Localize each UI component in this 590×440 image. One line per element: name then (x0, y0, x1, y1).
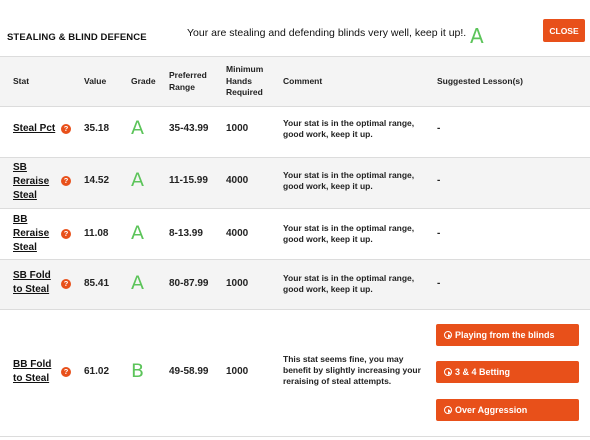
help-icon[interactable]: ? (61, 229, 71, 239)
table-row: Steal Pct ? 35.18 A 35-43.99 1000 Your s… (0, 107, 590, 158)
table-row: SB Fold to Steal ? 85.41 A 80-87.99 1000… (0, 260, 590, 310)
stat-comment: Your stat is in the optimal range, good … (283, 273, 415, 294)
lesson-button-playing-from-blinds[interactable]: Playing from the blinds (436, 324, 579, 346)
stat-value: 14.52 (84, 175, 110, 186)
column-header-preferred-range: Preferred Range (169, 70, 207, 92)
preferred-range: 11-15.99 (169, 175, 208, 186)
min-hands: 1000 (226, 278, 249, 289)
stat-name-link[interactable]: BB Fold to Steal (13, 358, 55, 386)
table-row: BB Fold to Steal ? 61.02 B 49-58.99 1000… (0, 310, 590, 437)
help-icon[interactable]: ? (61, 367, 71, 377)
no-lesson: - (437, 123, 441, 134)
play-circle-icon (444, 368, 452, 376)
preferred-range: 49-58.99 (169, 366, 209, 377)
stat-comment: Your stat is in the optimal range, good … (283, 170, 415, 191)
stat-grade: A (131, 169, 144, 191)
stat-name-link[interactable]: SB Fold to Steal (13, 269, 55, 297)
help-icon[interactable]: ? (61, 176, 71, 186)
stat-grade: A (131, 117, 144, 139)
no-lesson: - (437, 175, 441, 186)
stat-name-link[interactable]: SB Reraise Steal (13, 161, 55, 203)
help-icon[interactable]: ? (61, 124, 71, 134)
table-row: SB Reraise Steal ? 14.52 A 11-15.99 4000… (0, 158, 590, 209)
stat-grade: A (131, 222, 144, 244)
min-hands: 1000 (226, 123, 249, 134)
stat-name-link[interactable]: BB Reraise Steal (13, 213, 55, 255)
stat-value: 85.41 (84, 278, 110, 289)
section-title: STEALING & BLIND DEFENCE (7, 32, 147, 43)
table-header: Stat Value Grade Preferred Range Minimum… (0, 57, 590, 107)
stat-comment: Your stat is in the optimal range, good … (283, 223, 415, 244)
min-hands: 4000 (226, 175, 249, 186)
panel-header: STEALING & BLIND DEFENCE Your are steali… (0, 0, 590, 57)
column-header-lessons: Suggested Lesson(s) (437, 76, 523, 86)
help-icon[interactable]: ? (61, 279, 71, 289)
min-hands: 1000 (226, 366, 249, 377)
stat-grade: A (131, 272, 144, 294)
preferred-range: 80-87.99 (169, 278, 209, 289)
play-circle-icon (444, 331, 452, 339)
column-header-min-hands: Minimum Hands Required (226, 64, 264, 97)
stat-name-link[interactable]: Steal Pct (13, 122, 63, 136)
table-row: BB Reraise Steal ? 11.08 A 8-13.99 4000 … (0, 209, 590, 260)
stat-comment: Your stat is in the optimal range, good … (283, 118, 415, 139)
no-lesson: - (437, 228, 441, 239)
min-hands: 4000 (226, 228, 249, 239)
preferred-range: 8-13.99 (169, 228, 203, 239)
column-header-grade: Grade (131, 76, 156, 86)
lesson-button-3-4-betting[interactable]: 3 & 4 Betting (436, 361, 579, 383)
stat-grade: B (131, 360, 145, 382)
stat-value: 61.02 (84, 366, 110, 377)
stat-comment: This stat seems fine, you may benefit by… (283, 354, 421, 386)
column-header-comment: Comment (283, 76, 323, 86)
stat-value: 11.08 (84, 228, 109, 239)
no-lesson: - (437, 278, 441, 289)
play-circle-icon (444, 406, 452, 414)
summary-message: Your are stealing and defending blinds v… (187, 27, 467, 39)
stat-value: 35.18 (84, 123, 110, 134)
preferred-range: 35-43.99 (169, 123, 209, 134)
column-header-stat: Stat (13, 76, 30, 86)
lesson-button-over-aggression[interactable]: Over Aggression (436, 399, 579, 421)
summary-grade: A (470, 24, 484, 48)
column-header-value: Value (84, 76, 107, 86)
close-button[interactable]: CLOSE (543, 19, 585, 42)
